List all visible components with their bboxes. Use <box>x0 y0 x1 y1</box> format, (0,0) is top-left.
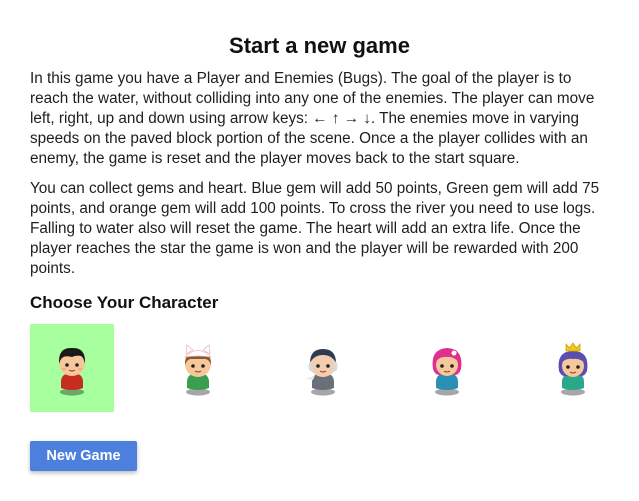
boy-character-icon <box>58 347 86 396</box>
start-game-panel: Start a new game In this game you have a… <box>0 0 639 501</box>
scoring-paragraph: You can collect gems and heart. Blue gem… <box>30 180 600 277</box>
character-option-princess-girl[interactable] <box>531 324 615 412</box>
new-game-button[interactable]: New Game <box>30 441 137 471</box>
character-option-cat-girl[interactable] <box>156 324 240 412</box>
pink-girl-character-icon <box>432 348 462 396</box>
character-option-pink-girl[interactable] <box>405 324 489 412</box>
character-option-horn-girl[interactable] <box>281 324 365 412</box>
instructions-paragraph: In this game you have a Player and Enemi… <box>30 70 595 167</box>
princess-girl-character-icon <box>558 342 588 396</box>
page-title: Start a new game <box>229 33 410 58</box>
choose-character-heading: Choose Your Character <box>30 293 219 312</box>
cat-girl-character-icon <box>183 344 213 396</box>
character-option-boy[interactable] <box>30 324 114 412</box>
horn-girl-character-icon <box>305 349 338 396</box>
character-selector <box>30 324 609 412</box>
